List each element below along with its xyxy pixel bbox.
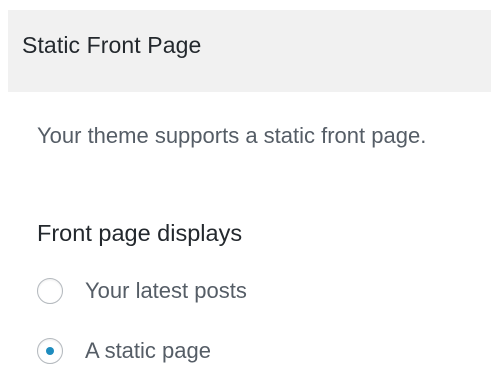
- static-page-radio[interactable]: [37, 338, 63, 364]
- front-page-displays-label: Front page displays: [37, 220, 243, 246]
- latest-posts-label: Your latest posts: [85, 278, 247, 303]
- latest-posts-radio[interactable]: [37, 278, 63, 304]
- static-page-label: A static page: [85, 338, 211, 363]
- section-title: Static Front Page: [22, 32, 202, 58]
- radio-option-latest-posts[interactable]: Your latest posts: [37, 278, 247, 304]
- section-description: Your theme supports a static front page.: [37, 123, 427, 148]
- radio-option-static-page[interactable]: A static page: [37, 338, 211, 364]
- section-header: Static Front Page: [8, 10, 491, 92]
- radio-selected-dot-icon: [46, 347, 54, 355]
